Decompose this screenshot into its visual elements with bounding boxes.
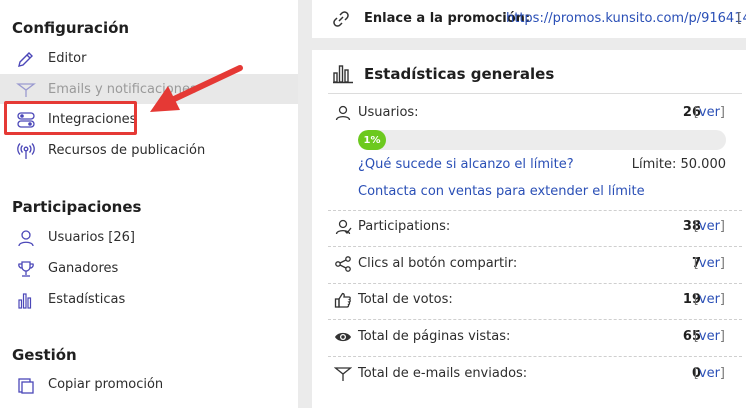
- promo-url-link[interactable]: https://promos.kunsito.com/p/916414: [506, 11, 746, 26]
- divider: [328, 319, 742, 320]
- stat-row-pageviews: Total de páginas vistas: 65 [ver]: [312, 326, 746, 350]
- divider: [328, 283, 742, 284]
- sidebar-item-label: Recursos de publicación: [48, 142, 206, 158]
- stat-row-votes: Total de votos: 19 [ver]: [312, 289, 746, 313]
- pencil-icon: [18, 52, 33, 67]
- link-icon: [333, 11, 349, 27]
- limit-text: Límite: 50.000: [631, 157, 726, 172]
- sidebar-item-ganadores[interactable]: Ganadores: [0, 253, 298, 283]
- section-title-gestion: Gestión: [12, 346, 77, 364]
- progress-fill: 1%: [358, 130, 386, 150]
- divider: [328, 93, 742, 94]
- section-title-configuracion: Configuración: [12, 19, 130, 37]
- user-icon: [18, 230, 34, 247]
- copy-icon: [18, 378, 34, 394]
- users-progress-bar: 1%: [358, 130, 726, 150]
- stats-title: Estadísticas generales: [364, 65, 555, 83]
- stat-label: Total de votos:: [358, 292, 453, 307]
- thumbs-up-icon: [334, 292, 351, 308]
- limit-question-link[interactable]: ¿Qué sucede si alcanzo el límite?: [358, 157, 574, 172]
- ver-link[interactable]: [ver]: [694, 256, 725, 271]
- sidebar-item-recursos[interactable]: Recursos de publicación: [0, 135, 298, 165]
- divider: [328, 356, 742, 357]
- stat-row-emails: Total de e-mails enviados: 0 [ver]: [312, 363, 746, 387]
- promo-link-bracket: [: [737, 11, 743, 26]
- ver-link[interactable]: [ver]: [694, 219, 725, 234]
- sidebar-item-label: Editor: [48, 50, 87, 66]
- sidebar-item-label: Copiar promoción: [48, 376, 164, 392]
- participations-icon: [335, 219, 352, 235]
- stat-row-participations: Participations: 38 [ver]: [312, 216, 746, 240]
- stat-label: Total de e-mails enviados:: [358, 366, 528, 381]
- annotation-arrow: [150, 65, 243, 112]
- ver-link[interactable]: [ver]: [694, 105, 725, 120]
- stat-row-shares: Clics al botón compartir: 7 [ver]: [312, 253, 746, 277]
- promo-link-bar: Enlace a la promoción: https://promos.ku…: [312, 0, 746, 38]
- stat-row-usuarios: Usuarios: 26 [ver]: [312, 102, 746, 126]
- divider: [328, 246, 742, 247]
- trophy-icon: [18, 261, 34, 277]
- bar-chart-icon: [18, 293, 32, 309]
- eye-icon: [335, 332, 351, 342]
- contact-sales-link[interactable]: Contacta con ventas para extender el lím…: [358, 184, 645, 199]
- ver-link[interactable]: [ver]: [694, 329, 725, 344]
- sidebar-item-label: Estadísticas: [48, 291, 126, 307]
- sidebar: Configuración Editor Emails y notificaci…: [0, 0, 298, 408]
- bar-chart-icon: [333, 65, 353, 84]
- stat-label: Total de páginas vistas:: [358, 329, 511, 344]
- stat-label: Clics al botón compartir:: [358, 256, 518, 271]
- stats-card: Estadísticas generales Usuarios: 26 [ver…: [312, 50, 746, 408]
- send-icon: [334, 367, 352, 381]
- sidebar-item-usuarios[interactable]: Usuarios [26]: [0, 222, 298, 252]
- highlight-box: [4, 101, 137, 135]
- user-icon: [335, 105, 351, 121]
- broadcast-icon: [17, 143, 35, 159]
- main-content: Enlace a la promoción: https://promos.ku…: [312, 0, 746, 408]
- paper-plane-icon: [16, 83, 36, 97]
- stat-label: Participations:: [358, 219, 451, 234]
- sidebar-item-estadisticas[interactable]: Estadísticas: [0, 284, 298, 314]
- ver-link[interactable]: [ver]: [694, 366, 725, 381]
- section-title-participaciones: Participaciones: [12, 198, 142, 216]
- sidebar-item-label: Ganadores: [48, 260, 119, 276]
- stat-label: Usuarios:: [358, 105, 419, 120]
- share-icon: [335, 256, 351, 272]
- sidebar-item-label: Usuarios [26]: [48, 229, 135, 245]
- ver-link[interactable]: [ver]: [694, 292, 725, 307]
- divider: [328, 210, 742, 211]
- sidebar-item-copiar[interactable]: Copiar promoción: [0, 369, 298, 399]
